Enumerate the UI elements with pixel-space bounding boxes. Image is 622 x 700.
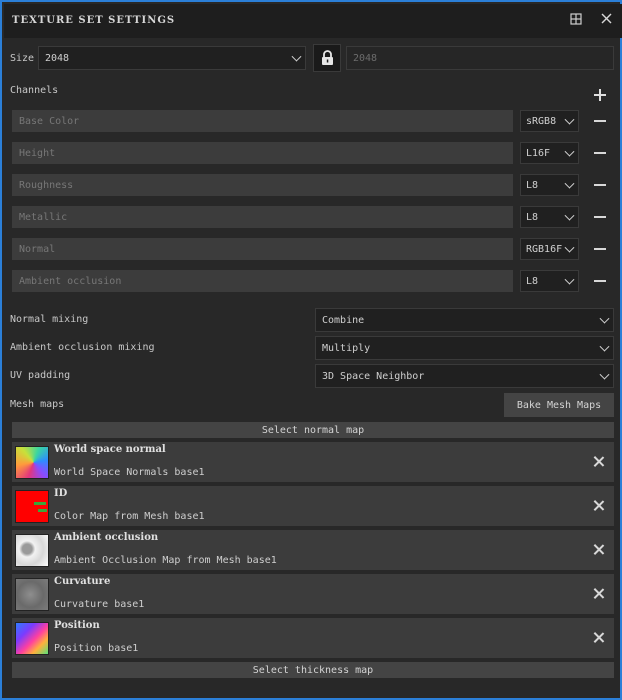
ao-mixing-label: Ambient occlusion mixing (10, 342, 155, 353)
mesh-map-thumbnail (15, 622, 49, 655)
mesh-map-item[interactable]: World space normal World Space Normals b… (12, 442, 614, 482)
mesh-maps-label: Mesh maps (10, 399, 65, 410)
channel-name-field: Metallic (12, 206, 513, 228)
mesh-map-thumbnail (15, 534, 49, 567)
uv-padding-label: UV padding (10, 370, 71, 381)
channel-name-field: Roughness (12, 174, 513, 196)
channel-name-field: Normal (12, 238, 513, 260)
mesh-map-item[interactable]: ID Color Map from Mesh base1 (12, 486, 614, 526)
mesh-map-source: Ambient Occlusion Map from Mesh base1 (54, 555, 277, 566)
normal-mixing-dropdown[interactable]: Combine (315, 308, 614, 332)
remove-mesh-map-icon[interactable] (593, 544, 604, 555)
size-label: Size (10, 53, 35, 64)
remove-mesh-map-icon[interactable] (593, 456, 604, 467)
float-window-icon[interactable] (569, 13, 583, 27)
channel-format: L8 (526, 275, 539, 287)
normal-mixing-value: Combine (322, 314, 365, 326)
channel-name-field: Height (12, 142, 513, 164)
channel-name-field: Base Color (12, 110, 513, 132)
mesh-map-title: Ambient occlusion (54, 532, 159, 543)
mesh-map-thumbnail (15, 578, 49, 611)
chevron-down-icon (564, 178, 575, 189)
channel-format-dropdown[interactable]: L8 (520, 206, 579, 228)
remove-channel-icon[interactable] (594, 248, 606, 250)
channel-format: L16F (526, 147, 551, 159)
mesh-map-title: World space normal (54, 444, 166, 455)
channel-format-dropdown[interactable]: L16F (520, 142, 579, 164)
close-icon[interactable] (599, 13, 613, 27)
chevron-down-icon (564, 114, 575, 125)
channels-label: Channels (10, 85, 59, 96)
channel-format: L8 (526, 179, 539, 191)
size-linked-field: 2048 (346, 46, 614, 70)
chevron-down-icon (599, 341, 610, 352)
channel-name: Roughness (19, 179, 74, 191)
chevron-down-icon (564, 242, 575, 253)
channel-name-field: Ambient occlusion (12, 270, 513, 292)
lock-icon (322, 50, 333, 65)
select-thickness-map-button[interactable]: Select thickness map (12, 662, 614, 678)
chevron-down-icon (564, 146, 575, 157)
uv-padding-dropdown[interactable]: 3D Space Neighbor (315, 364, 614, 388)
channel-format: RGB16F (526, 243, 563, 255)
chevron-down-icon (291, 51, 302, 62)
size-value: 2048 (45, 52, 70, 64)
channel-name: Metallic (19, 211, 68, 223)
channel-format-dropdown[interactable]: L8 (520, 174, 579, 196)
remove-mesh-map-icon[interactable] (593, 500, 604, 511)
texture-set-settings-panel: TEXTURE SET SETTINGS Size 2048 2048 Chan… (0, 0, 622, 700)
mesh-map-source: World Space Normals base1 (54, 467, 205, 478)
title-bar: TEXTURE SET SETTINGS (4, 4, 622, 38)
ao-mixing-value: Multiply (322, 342, 371, 354)
remove-channel-icon[interactable] (594, 184, 606, 186)
mesh-map-title: ID (54, 488, 68, 499)
remove-mesh-map-icon[interactable] (593, 632, 604, 643)
mesh-map-source: Position base1 (54, 643, 139, 654)
mesh-map-source: Color Map from Mesh base1 (54, 511, 205, 522)
channel-name: Normal (19, 243, 56, 255)
channel-name: Base Color (19, 115, 80, 127)
remove-channel-icon[interactable] (594, 280, 606, 282)
remove-mesh-map-icon[interactable] (593, 588, 604, 599)
channel-format-dropdown[interactable]: L8 (520, 270, 579, 292)
chevron-down-icon (599, 313, 610, 324)
ao-mixing-dropdown[interactable]: Multiply (315, 336, 614, 360)
channel-format-dropdown[interactable]: RGB16F (520, 238, 579, 260)
mesh-map-thumbnail (15, 490, 49, 523)
uv-padding-value: 3D Space Neighbor (322, 370, 425, 382)
mesh-map-title: Position (54, 620, 100, 631)
size-lock-button[interactable] (313, 44, 341, 72)
chevron-down-icon (564, 274, 575, 285)
size-linked-value: 2048 (353, 52, 378, 64)
mesh-map-title: Curvature (54, 576, 111, 587)
mesh-map-item[interactable]: Position Position base1 (12, 618, 614, 658)
channel-format-dropdown[interactable]: sRGB8 (520, 110, 579, 132)
chevron-down-icon (599, 369, 610, 380)
size-dropdown[interactable]: 2048 (38, 46, 306, 70)
add-channel-icon[interactable] (594, 89, 606, 101)
mesh-map-thumbnail (15, 446, 49, 479)
remove-channel-icon[interactable] (594, 152, 606, 154)
channel-format: sRGB8 (526, 115, 557, 127)
select-normal-map-button[interactable]: Select normal map (12, 422, 614, 438)
channel-name: Height (19, 147, 56, 159)
channel-format: L8 (526, 211, 539, 223)
bake-mesh-maps-button[interactable]: Bake Mesh Maps (504, 393, 614, 417)
chevron-down-icon (564, 210, 575, 221)
remove-channel-icon[interactable] (594, 216, 606, 218)
normal-mixing-label: Normal mixing (10, 314, 89, 325)
panel-title: TEXTURE SET SETTINGS (12, 15, 176, 26)
remove-channel-icon[interactable] (594, 120, 606, 122)
mesh-map-source: Curvature base1 (54, 599, 145, 610)
mesh-map-item[interactable]: Curvature Curvature base1 (12, 574, 614, 614)
channel-name: Ambient occlusion (19, 275, 122, 287)
mesh-map-item[interactable]: Ambient occlusion Ambient Occlusion Map … (12, 530, 614, 570)
